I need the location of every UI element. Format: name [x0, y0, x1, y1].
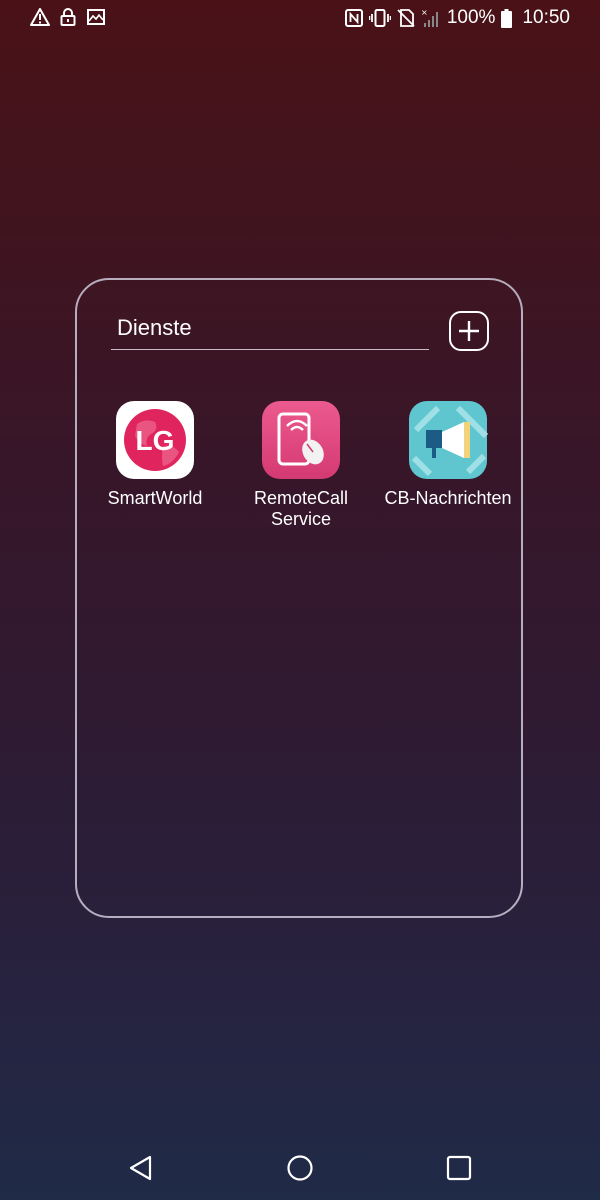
app-smartworld[interactable]: LG SmartWorld [80, 400, 230, 509]
status-bar: × 100% 10:50 [0, 0, 600, 36]
app-label: RemoteCall Service [253, 488, 349, 529]
recents-button[interactable] [439, 1148, 479, 1188]
remotecall-icon[interactable] [261, 400, 341, 480]
recents-icon [446, 1155, 472, 1181]
cell-broadcast-icon[interactable] [408, 400, 489, 480]
lock-icon [58, 7, 78, 27]
nfc-icon [344, 9, 363, 27]
image-icon [86, 7, 106, 27]
clock: 10:50 [522, 7, 570, 28]
home-button[interactable] [280, 1148, 320, 1188]
app-folder: Dienste LG SmartWorld RemoteCall Service… [75, 278, 523, 918]
app-label: CB-Nachrichten [384, 488, 512, 508]
warning-icon [30, 7, 50, 27]
navigation-bar [0, 1140, 600, 1190]
app-label: SmartWorld [107, 488, 203, 508]
vibrate-icon [368, 9, 391, 27]
no-sim-icon [397, 9, 415, 27]
plus-icon [459, 321, 479, 341]
back-button[interactable] [120, 1148, 160, 1188]
app-remotecall-service[interactable]: RemoteCall Service [226, 400, 376, 530]
back-icon [129, 1155, 152, 1181]
notification-icons [30, 7, 106, 27]
battery-icon [501, 8, 513, 28]
lg-smartworld-icon[interactable]: LG [115, 400, 195, 480]
app-cb-nachrichten[interactable]: CB-Nachrichten [373, 400, 523, 509]
svg-text:×: × [421, 8, 428, 17]
signal-icon: × [421, 8, 441, 28]
folder-name-field[interactable]: Dienste [111, 314, 429, 350]
add-app-button[interactable] [449, 311, 489, 351]
battery-percentage: 100% [446, 7, 496, 28]
system-icons: × 100% 10:50 [344, 6, 570, 30]
svg-text:LG: LG [136, 425, 175, 456]
home-icon [287, 1155, 313, 1181]
